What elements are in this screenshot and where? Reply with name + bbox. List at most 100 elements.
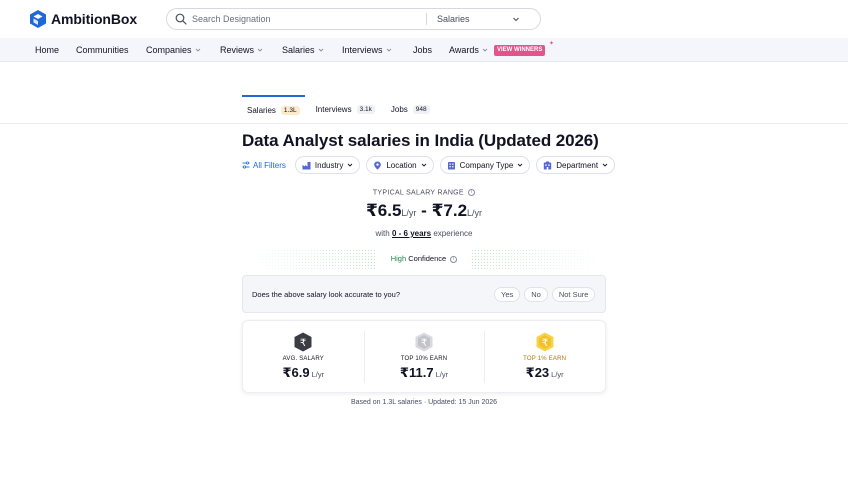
- filter-department[interactable]: Department: [536, 156, 616, 174]
- salary-range-values: ₹6.5L/yr - ₹7.2L/yr: [242, 201, 606, 221]
- stat-top10-unit: L/yr: [435, 370, 449, 379]
- all-filters-label: All Filters: [253, 160, 286, 170]
- filter-bar: All Filters Industry Location Company Ty…: [242, 156, 621, 174]
- range-max-unit: L/yr: [467, 208, 483, 218]
- stat-top1-label: TOP 1% EARN: [523, 356, 567, 362]
- range-min: ₹6.5: [365, 201, 402, 220]
- footer-note: Based on 1.3L salaries · Updated: 15 Jun…: [350, 399, 498, 406]
- stat-top10-label: TOP 10% EARN: [400, 356, 448, 362]
- filter-sliders-icon: [242, 161, 250, 169]
- svg-text:₹: ₹: [300, 338, 306, 349]
- nav-home[interactable]: Home: [35, 45, 59, 55]
- brand-logo[interactable]: AmbitionBox: [30, 10, 137, 28]
- rupee-dark-hex-icon: ₹: [294, 332, 312, 352]
- chevron-down-icon: [421, 163, 426, 167]
- rupee-silver-hex-icon: ₹: [415, 332, 433, 352]
- location-pin-icon: [374, 161, 382, 170]
- stat-top1: ₹ TOP 1% EARN ₹23 L/yr: [484, 321, 605, 392]
- nav-communities-label: Communities: [76, 45, 129, 55]
- stat-top10: ₹ TOP 10% EARN ₹11.7 L/yr: [363, 321, 485, 392]
- view-winners-badge[interactable]: VIEW WINNERS: [494, 45, 546, 56]
- typical-range-heading: TYPICAL SALARY RANGE i: [242, 189, 606, 196]
- range-max: ₹7.2: [431, 201, 468, 220]
- sparkle-icon: ✦: [549, 41, 555, 47]
- stat-avg-value-row: ₹6.9 L/yr: [283, 365, 325, 381]
- nav-salaries[interactable]: Salaries: [282, 45, 324, 55]
- info-icon[interactable]: i: [450, 255, 458, 263]
- experience-line: with 0 - 6 years experience: [242, 229, 606, 238]
- experience-years-link[interactable]: 0 - 6 years: [392, 229, 431, 238]
- chevron-down-icon: [318, 48, 323, 52]
- nav-interviews-label: Interviews: [342, 45, 383, 55]
- tab-salaries-count: 1.3L: [280, 105, 300, 115]
- salary-stats-card: ₹ AVG. SALARY ₹6.9 L/yr ₹ TOP 10% EARN ₹1…: [242, 320, 606, 393]
- chevron-down-icon: [195, 48, 200, 52]
- search-input[interactable]: [192, 14, 422, 24]
- chevron-down-icon: [386, 48, 391, 52]
- nav-companies[interactable]: Companies: [146, 45, 201, 55]
- chevron-down-icon: [482, 48, 488, 52]
- feedback-question: Does the above salary look accurate to y…: [252, 289, 401, 299]
- stat-avg-unit: L/yr: [311, 370, 325, 379]
- nav-jobs-label: Jobs: [413, 45, 433, 55]
- search-icon: [175, 13, 187, 25]
- filter-location-label: Location: [386, 160, 417, 170]
- typical-range-label: TYPICAL SALARY RANGE: [372, 189, 464, 197]
- nav-salaries-label: Salaries: [282, 45, 315, 55]
- svg-text:₹: ₹: [541, 338, 547, 349]
- tab-interviews-count: 3.1k: [356, 104, 375, 114]
- range-min-unit: L/yr: [401, 208, 417, 218]
- tab-salaries-label: Salaries: [247, 105, 276, 115]
- feedback-not-sure-button[interactable]: Not Sure: [551, 286, 596, 302]
- search-bar: Salaries: [166, 8, 541, 30]
- nav-interviews[interactable]: Interviews: [342, 45, 392, 55]
- confidence-text: High Confidence i: [242, 254, 606, 263]
- stat-top1-unit: L/yr: [551, 370, 564, 379]
- stat-avg-value: ₹6.9: [282, 365, 310, 380]
- search-type-select[interactable]: Salaries: [437, 14, 512, 24]
- filter-company-type[interactable]: Company Type: [439, 156, 531, 174]
- feedback-no-button[interactable]: No: [524, 286, 548, 302]
- filter-industry-label: Industry: [314, 160, 344, 170]
- stat-top1-value: ₹23: [525, 365, 550, 380]
- nav-awards[interactable]: Awards: [449, 45, 488, 55]
- experience-suffix: experience: [433, 229, 473, 238]
- tab-jobs-count: 948: [412, 104, 430, 114]
- nav-home-label: Home: [35, 45, 60, 55]
- tabs-divider: [0, 123, 848, 124]
- section-tabs: Salaries 1.3L Interviews 3.1k Jobs 948: [242, 95, 441, 123]
- stat-avg-salary: ₹ AVG. SALARY ₹6.9 L/yr: [243, 321, 364, 392]
- industry-icon: [302, 161, 311, 169]
- filter-company-type-label: Company Type: [459, 160, 514, 170]
- info-icon[interactable]: i: [468, 189, 476, 196]
- stat-top10-value: ₹11.7: [399, 365, 434, 380]
- tab-salaries[interactable]: Salaries 1.3L: [242, 95, 305, 123]
- range-separator: -: [421, 201, 427, 220]
- page-title: Data Analyst salaries in India (Updated …: [242, 131, 599, 150]
- nav-jobs[interactable]: Jobs: [413, 45, 432, 55]
- department-icon: [544, 161, 552, 169]
- stat-top1-value-row: ₹23 L/yr: [526, 365, 564, 381]
- experience-prefix: with: [375, 229, 390, 238]
- svg-text:₹: ₹: [421, 338, 427, 349]
- chevron-down-icon: [348, 163, 353, 167]
- feedback-yes-button[interactable]: Yes: [494, 286, 521, 302]
- tab-jobs[interactable]: Jobs 948: [386, 95, 435, 123]
- top-header: AmbitionBox Salaries: [0, 0, 848, 38]
- filter-location[interactable]: Location: [366, 156, 434, 174]
- nav-communities[interactable]: Communities: [76, 45, 129, 55]
- tab-jobs-label: Jobs: [390, 104, 408, 114]
- chevron-down-icon[interactable]: [512, 15, 520, 23]
- nav-companies-label: Companies: [146, 45, 192, 55]
- nav-reviews[interactable]: Reviews: [220, 45, 263, 55]
- chevron-down-icon: [602, 163, 608, 167]
- chevron-down-icon: [517, 163, 523, 167]
- brand-name: AmbitionBox: [51, 11, 138, 27]
- accuracy-feedback: Does the above salary look accurate to y…: [242, 275, 606, 313]
- filter-industry[interactable]: Industry: [294, 156, 361, 174]
- rupee-gold-hex-icon: ₹: [536, 332, 554, 352]
- stat-avg-label: AVG. SALARY: [282, 356, 324, 362]
- all-filters-button[interactable]: All Filters: [242, 161, 286, 170]
- search-divider: [426, 13, 427, 25]
- tab-interviews[interactable]: Interviews 3.1k: [311, 95, 380, 123]
